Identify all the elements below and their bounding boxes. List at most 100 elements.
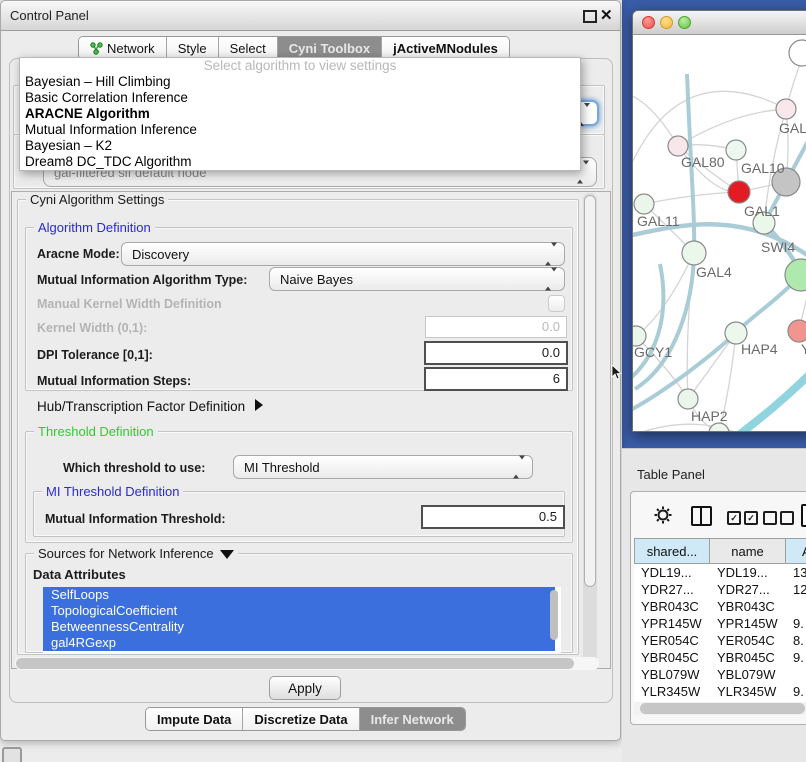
table-row[interactable]: YPR145WYPR145W9. xyxy=(634,615,806,632)
node-y-partial[interactable] xyxy=(788,320,806,342)
float-window-icon[interactable] xyxy=(583,10,597,23)
dropdown-item[interactable]: Bayesian – Hill Climbing xyxy=(20,74,580,90)
table-row[interactable]: YER054CYER054C8. xyxy=(634,632,806,649)
node-gal-partial[interactable] xyxy=(776,99,796,119)
control-panel-titlebar[interactable]: Control Panel ✕ xyxy=(1,1,620,31)
dropdown-item-aracne[interactable]: ARACNE Algorithm xyxy=(20,106,580,122)
tab-cyni-toolbox[interactable]: Cyni Toolbox xyxy=(278,37,382,59)
which-threshold-combo[interactable]: MI Threshold xyxy=(233,455,533,479)
table-row[interactable]: YDL19...YDL19...13 xyxy=(634,564,806,581)
settings-hscrollbar[interactable] xyxy=(15,657,599,670)
mouse-cursor xyxy=(610,365,624,381)
node-gal1[interactable] xyxy=(728,181,750,203)
minimized-panel-icon[interactable] xyxy=(2,747,22,762)
columns-icon[interactable] xyxy=(691,506,712,526)
column-header-name[interactable]: name xyxy=(709,538,786,564)
column-header-shared-name[interactable]: shared... xyxy=(634,538,710,564)
table-hscrollbar-thumb[interactable] xyxy=(640,703,805,714)
tab-label: Style xyxy=(178,41,207,56)
list-item-selected[interactable]: gal4RGexp xyxy=(43,635,555,651)
list-scrollbar-thumb[interactable] xyxy=(550,590,558,640)
tab-label: Select xyxy=(230,41,266,56)
node-label: GCY1 xyxy=(634,344,672,360)
apply-button-label: Apply xyxy=(288,681,322,696)
tab-style[interactable]: Style xyxy=(167,37,219,59)
aracne-mode-combo[interactable]: Discovery xyxy=(121,242,565,266)
node-gal4[interactable] xyxy=(682,241,706,265)
network-canvas[interactable]: GAL GAL80 GAL10 GAL1 GAL11 SWI4 GAL4 GCY… xyxy=(633,34,806,431)
close-traffic-light-icon[interactable] xyxy=(642,16,655,29)
settings-gear-icon[interactable] xyxy=(653,505,673,525)
hub-tf-expander[interactable]: Hub/Transcription Factor Definition xyxy=(37,399,263,414)
table-rows-area[interactable]: YDL19...YDL19...13 YDR27...YDR27...12 YB… xyxy=(634,564,806,702)
cell: YBR045C xyxy=(710,649,786,666)
table-panel-title: Table Panel xyxy=(637,467,705,482)
node-partial-bottom[interactable] xyxy=(709,423,729,431)
table-row[interactable]: YBR045CYBR045C9. xyxy=(634,649,806,666)
tab-network[interactable]: Network xyxy=(79,37,167,59)
cell: YER054C xyxy=(710,632,786,649)
tab-label: Discretize Data xyxy=(254,712,347,727)
list-item-selected[interactable]: TopologicalCoefficient xyxy=(43,603,555,619)
node-gal10[interactable] xyxy=(726,140,746,160)
cell: YDR27... xyxy=(710,581,786,598)
expanded-arrow-icon[interactable] xyxy=(220,550,234,559)
dropdown-item[interactable]: Dream8 DC_TDC Algorithm xyxy=(20,154,580,170)
mi-threshold-field[interactable]: 0.5 xyxy=(421,505,565,529)
network-nodes[interactable] xyxy=(633,40,806,431)
cell: YLR345W xyxy=(710,683,786,700)
export-table-icon[interactable] xyxy=(801,504,806,527)
cell: 12 xyxy=(786,581,806,598)
checked-box-icon: ✓ xyxy=(744,511,758,525)
settings-hscrollbar-thumb[interactable] xyxy=(16,658,574,669)
dpi-tolerance-field[interactable]: 0.0 xyxy=(424,341,568,365)
settings-vscrollbar[interactable] xyxy=(583,193,597,667)
hub-tf-expander-label: Hub/Transcription Factor Definition xyxy=(37,399,245,414)
table-row[interactable]: YBL079WYBL079W xyxy=(634,666,806,683)
tab-select[interactable]: Select xyxy=(219,37,278,59)
node-gal80[interactable] xyxy=(668,136,688,156)
close-icon[interactable]: ✕ xyxy=(600,6,613,24)
node-partial-top[interactable] xyxy=(789,40,806,66)
node-gal11[interactable] xyxy=(634,194,654,214)
tab-impute-data[interactable]: Impute Data xyxy=(146,708,243,730)
tab-jactivemnodules[interactable]: jActiveMNodules xyxy=(382,37,509,59)
cell: 13 xyxy=(786,564,806,581)
hide-columns-icon[interactable] xyxy=(763,509,797,525)
column-header-label: A xyxy=(802,544,806,559)
tab-label: Network xyxy=(107,41,155,56)
settings-vscrollbar-thumb[interactable] xyxy=(584,195,596,587)
apply-button[interactable]: Apply xyxy=(269,676,341,700)
dropdown-item[interactable]: Bayesian – K2 xyxy=(20,138,580,154)
cell: YPR145W xyxy=(710,615,786,632)
mi-steps-field[interactable]: 6 xyxy=(424,367,568,391)
network-window-titlebar[interactable] xyxy=(633,11,806,35)
tab-label: jActiveMNodules xyxy=(393,41,498,56)
column-header-partial[interactable]: A xyxy=(785,538,806,564)
table-row[interactable]: YBR043CYBR043C xyxy=(634,598,806,615)
minimize-traffic-light-icon[interactable] xyxy=(660,16,673,29)
data-attributes-label: Data Attributes xyxy=(33,567,126,582)
zoom-traffic-light-icon[interactable] xyxy=(678,16,691,29)
dropdown-item[interactable]: Mutual Information Inference xyxy=(20,122,580,138)
which-threshold-label: Which threshold to use: xyxy=(63,461,205,475)
cell xyxy=(786,666,806,683)
list-item-selected[interactable]: SelfLoops xyxy=(43,587,555,603)
table-row[interactable]: YDR27...YDR27...12 xyxy=(634,581,806,598)
tab-infer-network[interactable]: Infer Network xyxy=(360,708,465,730)
show-columns-icon[interactable]: ✓✓ xyxy=(727,509,761,525)
mi-type-combo[interactable]: Naive Bayes xyxy=(269,267,565,291)
node-hap2[interactable] xyxy=(678,389,698,409)
manual-kernel-checkbox[interactable] xyxy=(548,295,565,312)
dropdown-placeholder: Select algorithm to view settings xyxy=(20,58,580,74)
list-item-selected[interactable]: BetweennessCentrality xyxy=(43,619,555,635)
tab-discretize-data[interactable]: Discretize Data xyxy=(243,708,359,730)
kernel-width-field[interactable]: 0.0 xyxy=(425,316,567,338)
table-row[interactable]: YLR345WYLR345W9. xyxy=(634,683,806,700)
cell: YDL19... xyxy=(634,564,710,581)
mi-threshold-label: Mutual Information Threshold: xyxy=(45,512,226,526)
table-hscrollbar[interactable] xyxy=(634,702,806,715)
data-attributes-list[interactable]: SelfLoops TopologicalCoefficient Between… xyxy=(43,587,561,653)
dropdown-item[interactable]: Basic Correlation Inference xyxy=(20,90,580,106)
group-title: Threshold Definition xyxy=(34,424,158,439)
